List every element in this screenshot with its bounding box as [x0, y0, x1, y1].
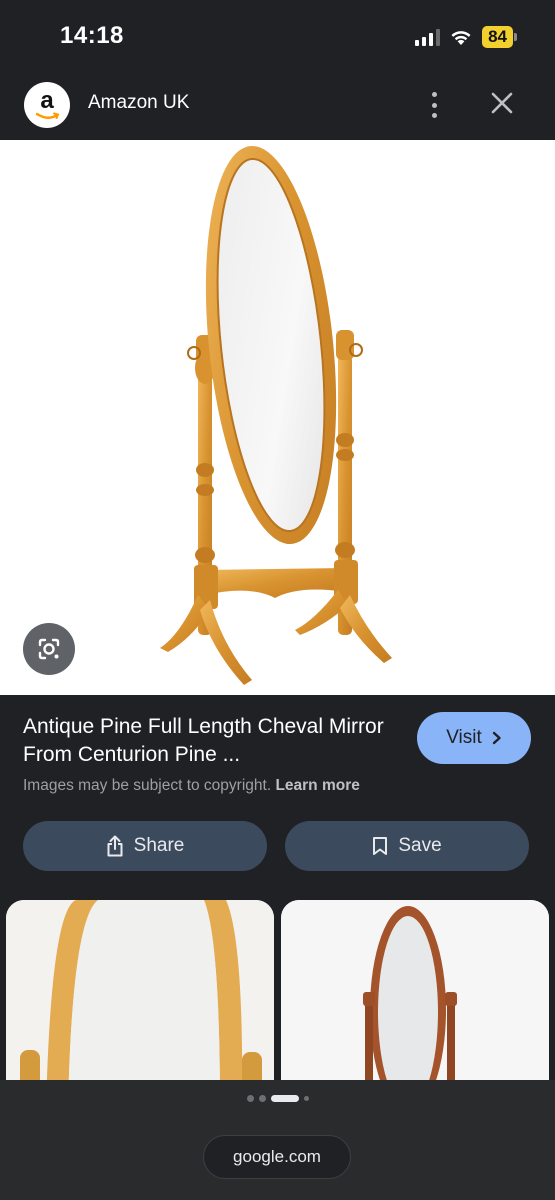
main-product-image[interactable]: [0, 140, 555, 695]
visit-button[interactable]: Visit: [417, 712, 531, 764]
cellular-signal-icon: [415, 28, 441, 46]
result-info: Antique Pine Full Length Cheval Mirror F…: [0, 695, 555, 900]
bookmark-icon: [373, 837, 388, 855]
more-options-button[interactable]: [421, 90, 447, 120]
status-bar: 14:18 84: [0, 0, 555, 70]
status-icons: 84: [415, 26, 517, 48]
url-pill[interactable]: google.com: [203, 1135, 351, 1179]
save-button[interactable]: Save: [285, 821, 529, 871]
related-image-card[interactable]: [6, 900, 274, 1080]
learn-more-link[interactable]: Learn more: [275, 777, 359, 794]
share-label: Share: [133, 835, 185, 856]
source-header: a Amazon UK: [0, 70, 555, 140]
result-title[interactable]: Antique Pine Full Length Cheval Mirror F…: [23, 713, 398, 769]
cheval-mirror-image: [160, 145, 392, 685]
amazon-logo-icon: a: [24, 82, 70, 128]
logo-letter: a: [40, 87, 54, 114]
related-image-card[interactable]: [281, 900, 549, 1080]
google-lens-icon: [38, 638, 60, 660]
pine-mirror-closeup-image: [6, 900, 274, 1080]
share-button[interactable]: Share: [23, 821, 267, 871]
source-name[interactable]: Amazon UK: [88, 92, 189, 114]
chevron-right-icon: [492, 731, 501, 745]
battery-level: 84: [482, 26, 513, 48]
wifi-icon: [451, 30, 471, 45]
more-vert-icon: [431, 92, 437, 97]
share-icon: [107, 835, 123, 857]
copyright-notice: Images may be subject to copyright. Lear…: [23, 777, 360, 795]
battery-icon: 84: [482, 26, 517, 48]
page-indicator: [0, 1095, 555, 1102]
status-time: 14:18: [60, 22, 124, 49]
copyright-text: Images may be subject to copyright.: [23, 777, 272, 794]
related-images: [0, 900, 555, 1080]
google-lens-button[interactable]: [23, 623, 75, 675]
bottom-bar: google.com: [0, 1080, 555, 1200]
save-label: Save: [398, 835, 442, 856]
close-icon[interactable]: [489, 90, 515, 116]
mahogany-mirror-image: [281, 900, 549, 1080]
visit-label: Visit: [446, 727, 482, 748]
